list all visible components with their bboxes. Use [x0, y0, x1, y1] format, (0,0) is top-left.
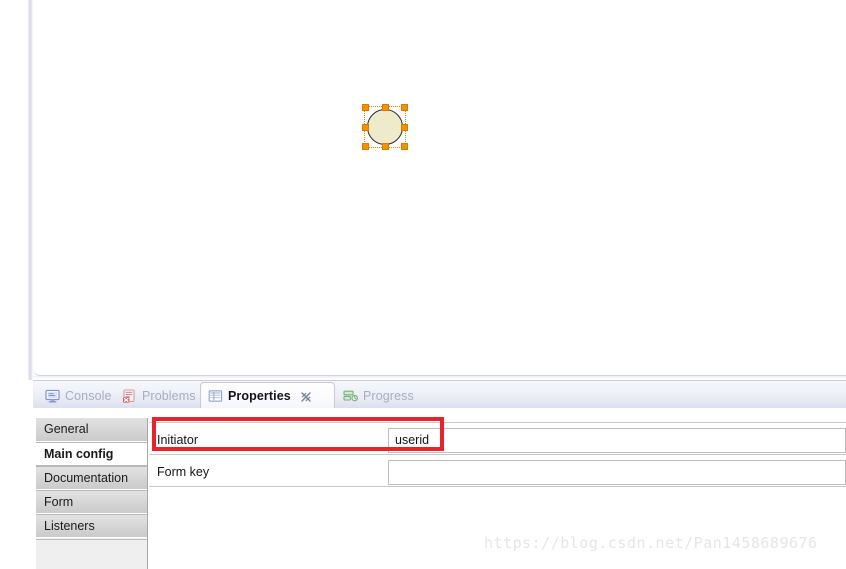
sidebar-item-label: Main config	[44, 447, 114, 461]
tab-progress[interactable]: Progress	[336, 383, 419, 409]
form-row-initiator: Initiator userid	[149, 425, 846, 457]
problems-icon	[122, 389, 137, 403]
sidebar-item-listeners[interactable]: Listeners	[36, 514, 147, 538]
resize-handle-ne[interactable]	[401, 104, 408, 111]
resize-handle-sw[interactable]	[362, 143, 369, 150]
properties-icon	[208, 389, 223, 403]
close-icon[interactable]	[300, 390, 312, 402]
sidebar-item-label: Documentation	[44, 471, 129, 485]
sidebar-item-label: Form	[44, 495, 74, 509]
initiator-label: Initiator	[157, 433, 198, 447]
initiator-input[interactable]: userid	[388, 428, 846, 453]
form-key-input[interactable]	[388, 460, 846, 485]
form-row-form-key: Form key	[149, 457, 846, 489]
resize-handle-se[interactable]	[401, 143, 408, 150]
sidebar-item-documentation[interactable]: Documentation	[36, 466, 147, 490]
properties-left-margin	[0, 408, 33, 569]
resize-handle-e[interactable]	[401, 124, 408, 131]
sidebar-item-main-config[interactable]: Main config	[36, 442, 147, 466]
tab-problems[interactable]: Problems	[115, 383, 200, 409]
diagram-canvas-area	[0, 0, 846, 380]
tab-properties-label: Properties	[228, 389, 291, 403]
sidebar-empty-area	[36, 539, 147, 569]
tab-progress-label: Progress	[363, 389, 414, 403]
resize-handle-n[interactable]	[382, 104, 389, 111]
diagram-canvas[interactable]	[33, 0, 846, 376]
resize-handle-s[interactable]	[382, 143, 389, 150]
resize-handle-nw[interactable]	[362, 104, 369, 111]
console-icon	[45, 389, 60, 403]
canvas-bottom-shadow	[33, 376, 846, 379]
tab-properties[interactable]: Properties	[200, 382, 335, 409]
watermark-text: https://blog.csdn.net/Pan1458689676	[484, 534, 818, 552]
sidebar-item-label: Listeners	[44, 519, 95, 533]
start-event-shape[interactable]	[362, 104, 408, 150]
form-row-divider	[149, 422, 846, 423]
sidebar-item-general[interactable]: General	[36, 418, 147, 442]
eclipse-bpmn-editor-window: Console Problems Properties Progress Gen…	[0, 0, 846, 569]
properties-section-list: General Main config Documentation Form L…	[36, 418, 148, 569]
view-tab-bar: Console Problems Properties Progress	[33, 380, 846, 409]
tab-console-label: Console	[65, 389, 112, 403]
start-event-circle-icon[interactable]	[367, 109, 403, 145]
tab-problems-label: Problems	[142, 389, 196, 403]
canvas-outer-margin	[0, 0, 28, 380]
form-key-label: Form key	[157, 465, 210, 479]
progress-icon	[343, 389, 358, 403]
tabbar-left-margin	[0, 380, 33, 408]
sidebar-item-form[interactable]: Form	[36, 490, 147, 514]
resize-handle-w[interactable]	[362, 124, 369, 131]
sidebar-item-label: General	[44, 422, 89, 436]
tab-console[interactable]: Console	[38, 383, 115, 409]
